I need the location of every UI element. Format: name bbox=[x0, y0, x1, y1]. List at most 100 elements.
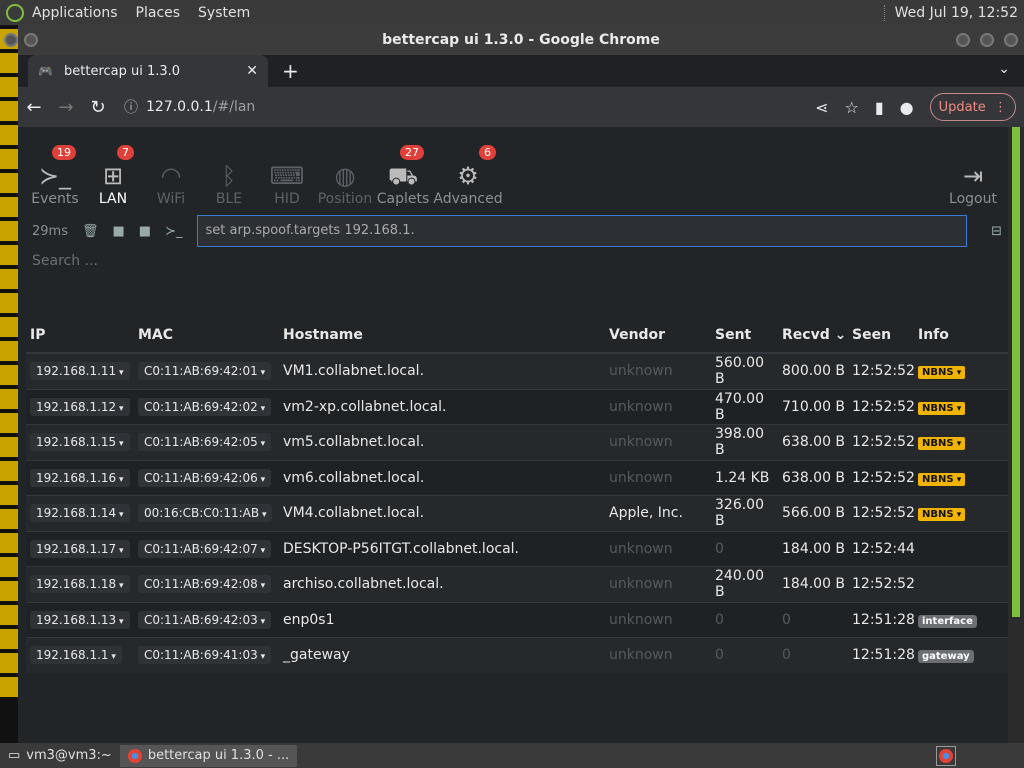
tab-search-chevron-icon[interactable]: ⌄ bbox=[998, 61, 1010, 77]
nav-events[interactable]: 19 ≻_ Events bbox=[26, 137, 84, 207]
vendor-cell: unknown bbox=[609, 398, 673, 415]
ip-dropdown[interactable]: 192.168.1.15 bbox=[30, 433, 130, 452]
nav-ble-label: BLE bbox=[215, 191, 243, 207]
tab-title: bettercap ui 1.3.0 bbox=[64, 63, 181, 79]
nav-position[interactable]: ◍ Position bbox=[316, 137, 374, 207]
share-icon[interactable]: ⋖ bbox=[815, 98, 828, 117]
nav-advanced[interactable]: 6 ⚙ Advanced bbox=[432, 137, 504, 207]
menu-system[interactable]: System bbox=[198, 5, 250, 21]
nbns-tag[interactable]: NBNS bbox=[918, 401, 966, 415]
back-icon[interactable]: ← bbox=[18, 97, 50, 118]
mac-dropdown[interactable]: C0:11:AB:69:42:02 bbox=[138, 397, 272, 416]
sent-cell: 240.00 B bbox=[715, 568, 764, 601]
nav-ble[interactable]: ᛒ BLE bbox=[200, 137, 258, 207]
mac-dropdown[interactable]: C0:11:AB:69:41:03 bbox=[138, 646, 272, 665]
taskbar-terminal[interactable]: ▭ vm3@vm3:~ bbox=[0, 745, 120, 767]
col-info[interactable]: Info bbox=[914, 327, 994, 343]
ip-dropdown[interactable]: 192.168.1.12 bbox=[30, 397, 130, 416]
nav-logout[interactable]: ⇥ Logout bbox=[944, 137, 1002, 207]
mac-dropdown[interactable]: C0:11:AB:69:42:06 bbox=[138, 468, 272, 487]
address-bar[interactable]: ⓘ 127.0.0.1/#/lan bbox=[124, 92, 815, 122]
col-vendor[interactable]: Vendor bbox=[605, 327, 711, 343]
nbns-tag[interactable]: NBNS bbox=[918, 508, 966, 522]
reload-icon[interactable]: ↻ bbox=[82, 97, 114, 118]
update-button[interactable]: Update ⋮ bbox=[929, 93, 1016, 121]
window-titlebar: bettercap ui 1.3.0 - Google Chrome bbox=[4, 25, 1024, 55]
close-tab-icon[interactable]: ✕ bbox=[246, 63, 258, 79]
nav-lan[interactable]: 7 ⊞ LAN bbox=[84, 137, 142, 207]
ip-dropdown[interactable]: 192.168.1.18 bbox=[30, 575, 130, 594]
minimize-icon[interactable] bbox=[956, 33, 970, 47]
distro-logo-icon[interactable] bbox=[6, 3, 24, 22]
nav-wifi[interactable]: ◠ WiFi bbox=[142, 137, 200, 207]
browser-tab[interactable]: 🎮 bettercap ui 1.3.0 ✕ bbox=[28, 55, 268, 87]
nav-hid[interactable]: ⌨ HID bbox=[258, 137, 316, 207]
command-input[interactable]: set arp.spoof.targets 192.168.1. bbox=[196, 215, 968, 247]
stop-all-icon[interactable]: ■ bbox=[139, 224, 151, 239]
chrome-icon bbox=[127, 748, 142, 763]
col-hostname[interactable]: Hostname bbox=[279, 327, 605, 343]
lan-badge: 7 bbox=[117, 145, 134, 160]
collapse-icon[interactable]: ⊟ bbox=[991, 224, 1002, 239]
col-seen[interactable]: Seen bbox=[848, 327, 914, 343]
menu-applications[interactable]: Applications bbox=[32, 5, 118, 21]
recvd-cell: 638.00 B bbox=[782, 469, 846, 486]
recvd-cell: 184.00 B bbox=[782, 540, 846, 557]
nav-caplets[interactable]: 27 ⛟ Caplets bbox=[374, 137, 432, 207]
side-panel-icon[interactable]: ▮ bbox=[875, 98, 884, 117]
site-info-icon[interactable]: ⓘ bbox=[124, 97, 138, 117]
mac-dropdown[interactable]: C0:11:AB:69:42:05 bbox=[138, 433, 272, 452]
main-nav: 19 ≻_ Events 7 ⊞ LAN ◠ WiFi ᛒ BLE ⌨ HID bbox=[18, 127, 1008, 207]
mac-dropdown[interactable]: C0:11:AB:69:42:07 bbox=[138, 539, 272, 558]
mac-dropdown[interactable]: 00:16:CB:C0:11:AB bbox=[138, 504, 273, 523]
seen-cell: 12:51:28 bbox=[852, 611, 915, 628]
ip-dropdown[interactable]: 192.168.1.16 bbox=[30, 468, 130, 487]
stop-icon[interactable]: ■ bbox=[113, 224, 125, 239]
close-window-icon[interactable] bbox=[1004, 33, 1018, 47]
nav-wifi-label: WiFi bbox=[156, 191, 186, 207]
table-row: 192.168.1.12 C0:11:AB:69:42:02 vm2-xp.coll… bbox=[26, 388, 1008, 424]
mac-dropdown[interactable]: C0:11:AB:69:42:08 bbox=[138, 575, 272, 594]
workspace-chrome-icon[interactable] bbox=[936, 745, 956, 766]
info-cell: gateway bbox=[914, 647, 994, 664]
nbns-tag[interactable]: NBNS bbox=[918, 437, 966, 451]
clock[interactable]: Wed Jul 19, 12:52 bbox=[883, 4, 1018, 21]
trash-icon[interactable]: 🗑 bbox=[82, 224, 99, 239]
vendor-cell: unknown bbox=[609, 576, 673, 593]
ip-dropdown[interactable]: 192.168.1.14 bbox=[30, 504, 130, 523]
col-ip[interactable]: IP bbox=[26, 327, 134, 343]
sent-cell: 470.00 B bbox=[715, 390, 764, 423]
col-recvd[interactable]: Recvd ⌄ bbox=[778, 327, 848, 343]
mac-dropdown[interactable]: C0:11:AB:69:42:03 bbox=[138, 610, 272, 629]
seen-cell: 12:52:52 bbox=[852, 434, 915, 451]
new-tab-icon[interactable]: + bbox=[282, 59, 299, 83]
page-scrollbar[interactable] bbox=[1012, 127, 1020, 617]
sort-chevron-down-icon: ⌄ bbox=[834, 326, 847, 343]
ip-dropdown[interactable]: 192.168.1.17 bbox=[30, 539, 130, 558]
sent-cell: 0 bbox=[715, 647, 724, 664]
bookmark-star-icon[interactable]: ☆ bbox=[845, 98, 859, 117]
top-panel: Applications Places System Wed Jul 19, 1… bbox=[0, 0, 1024, 25]
taskbar-chrome[interactable]: bettercap ui 1.3.0 - ... bbox=[119, 744, 298, 767]
col-sent[interactable]: Sent bbox=[711, 327, 778, 343]
maximize-icon[interactable] bbox=[980, 33, 994, 47]
col-mac[interactable]: MAC bbox=[134, 327, 279, 343]
nbns-tag[interactable]: NBNS bbox=[918, 366, 966, 380]
menu-places[interactable]: Places bbox=[136, 5, 181, 21]
ip-dropdown[interactable]: 192.168.1.11 bbox=[30, 362, 130, 381]
mac-dropdown[interactable]: C0:11:AB:69:42:01 bbox=[138, 362, 272, 381]
cart-icon: ⛟ bbox=[387, 162, 419, 190]
search-input[interactable]: Search ... bbox=[18, 249, 1008, 279]
seen-cell: 12:52:52 bbox=[852, 505, 915, 522]
ip-dropdown[interactable]: 192.168.1.1 bbox=[30, 646, 122, 665]
forward-icon[interactable]: → bbox=[50, 97, 82, 118]
window-shade-icon[interactable] bbox=[24, 33, 38, 47]
nav-lan-label: LAN bbox=[98, 191, 128, 207]
bettercap-app: 19 ≻_ Events 7 ⊞ LAN ◠ WiFi ᛒ BLE ⌨ HID bbox=[18, 127, 1008, 743]
nbns-tag[interactable]: NBNS bbox=[918, 472, 966, 486]
info-tag: gateway bbox=[918, 650, 974, 664]
ip-dropdown[interactable]: 192.168.1.13 bbox=[30, 610, 130, 629]
hostname-cell: DESKTOP-P56ITGT.collabnet.local. bbox=[283, 540, 519, 557]
window-menu-icon[interactable] bbox=[4, 33, 18, 47]
profile-avatar-icon[interactable]: ● bbox=[900, 98, 914, 117]
